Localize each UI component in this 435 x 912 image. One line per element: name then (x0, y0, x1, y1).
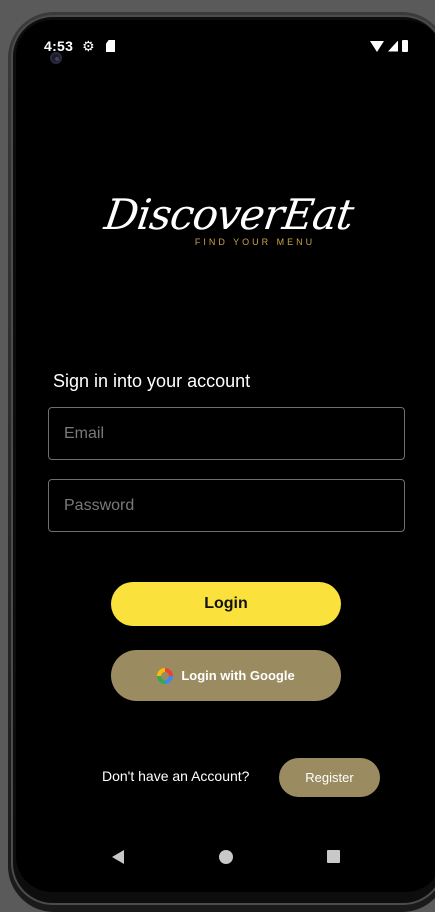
google-icon (157, 667, 174, 684)
back-icon[interactable] (112, 850, 124, 864)
google-login-label: Login with Google (181, 668, 295, 683)
register-prompt: Don't have an Account? (102, 768, 250, 784)
status-right-group (370, 40, 408, 52)
status-bar: 4:53 ⚙ (16, 38, 435, 60)
home-icon[interactable] (219, 850, 233, 864)
navigation-bar (16, 846, 435, 870)
email-field[interactable] (48, 407, 405, 460)
wifi-icon (370, 40, 384, 52)
recents-icon[interactable] (327, 850, 340, 863)
gear-icon: ⚙ (82, 38, 95, 54)
password-field[interactable] (48, 479, 405, 532)
logo-text: DiscoverEat (101, 190, 357, 239)
register-button[interactable]: Register (279, 758, 380, 797)
status-time: 4:53 (44, 38, 74, 54)
brand-logo: DiscoverEat FIND YOUR MENU (16, 190, 435, 247)
app-screen: 4:53 ⚙ DiscoverEat FIND YOUR MENU Sign i… (16, 20, 435, 892)
battery-icon (402, 40, 408, 52)
google-login-button[interactable]: Login with Google (111, 650, 341, 701)
signin-heading: Sign in into your account (53, 371, 251, 391)
sdcard-icon (106, 40, 115, 52)
signal-icon (388, 40, 398, 52)
camera-cutout (50, 52, 62, 64)
login-button[interactable]: Login (111, 582, 341, 626)
